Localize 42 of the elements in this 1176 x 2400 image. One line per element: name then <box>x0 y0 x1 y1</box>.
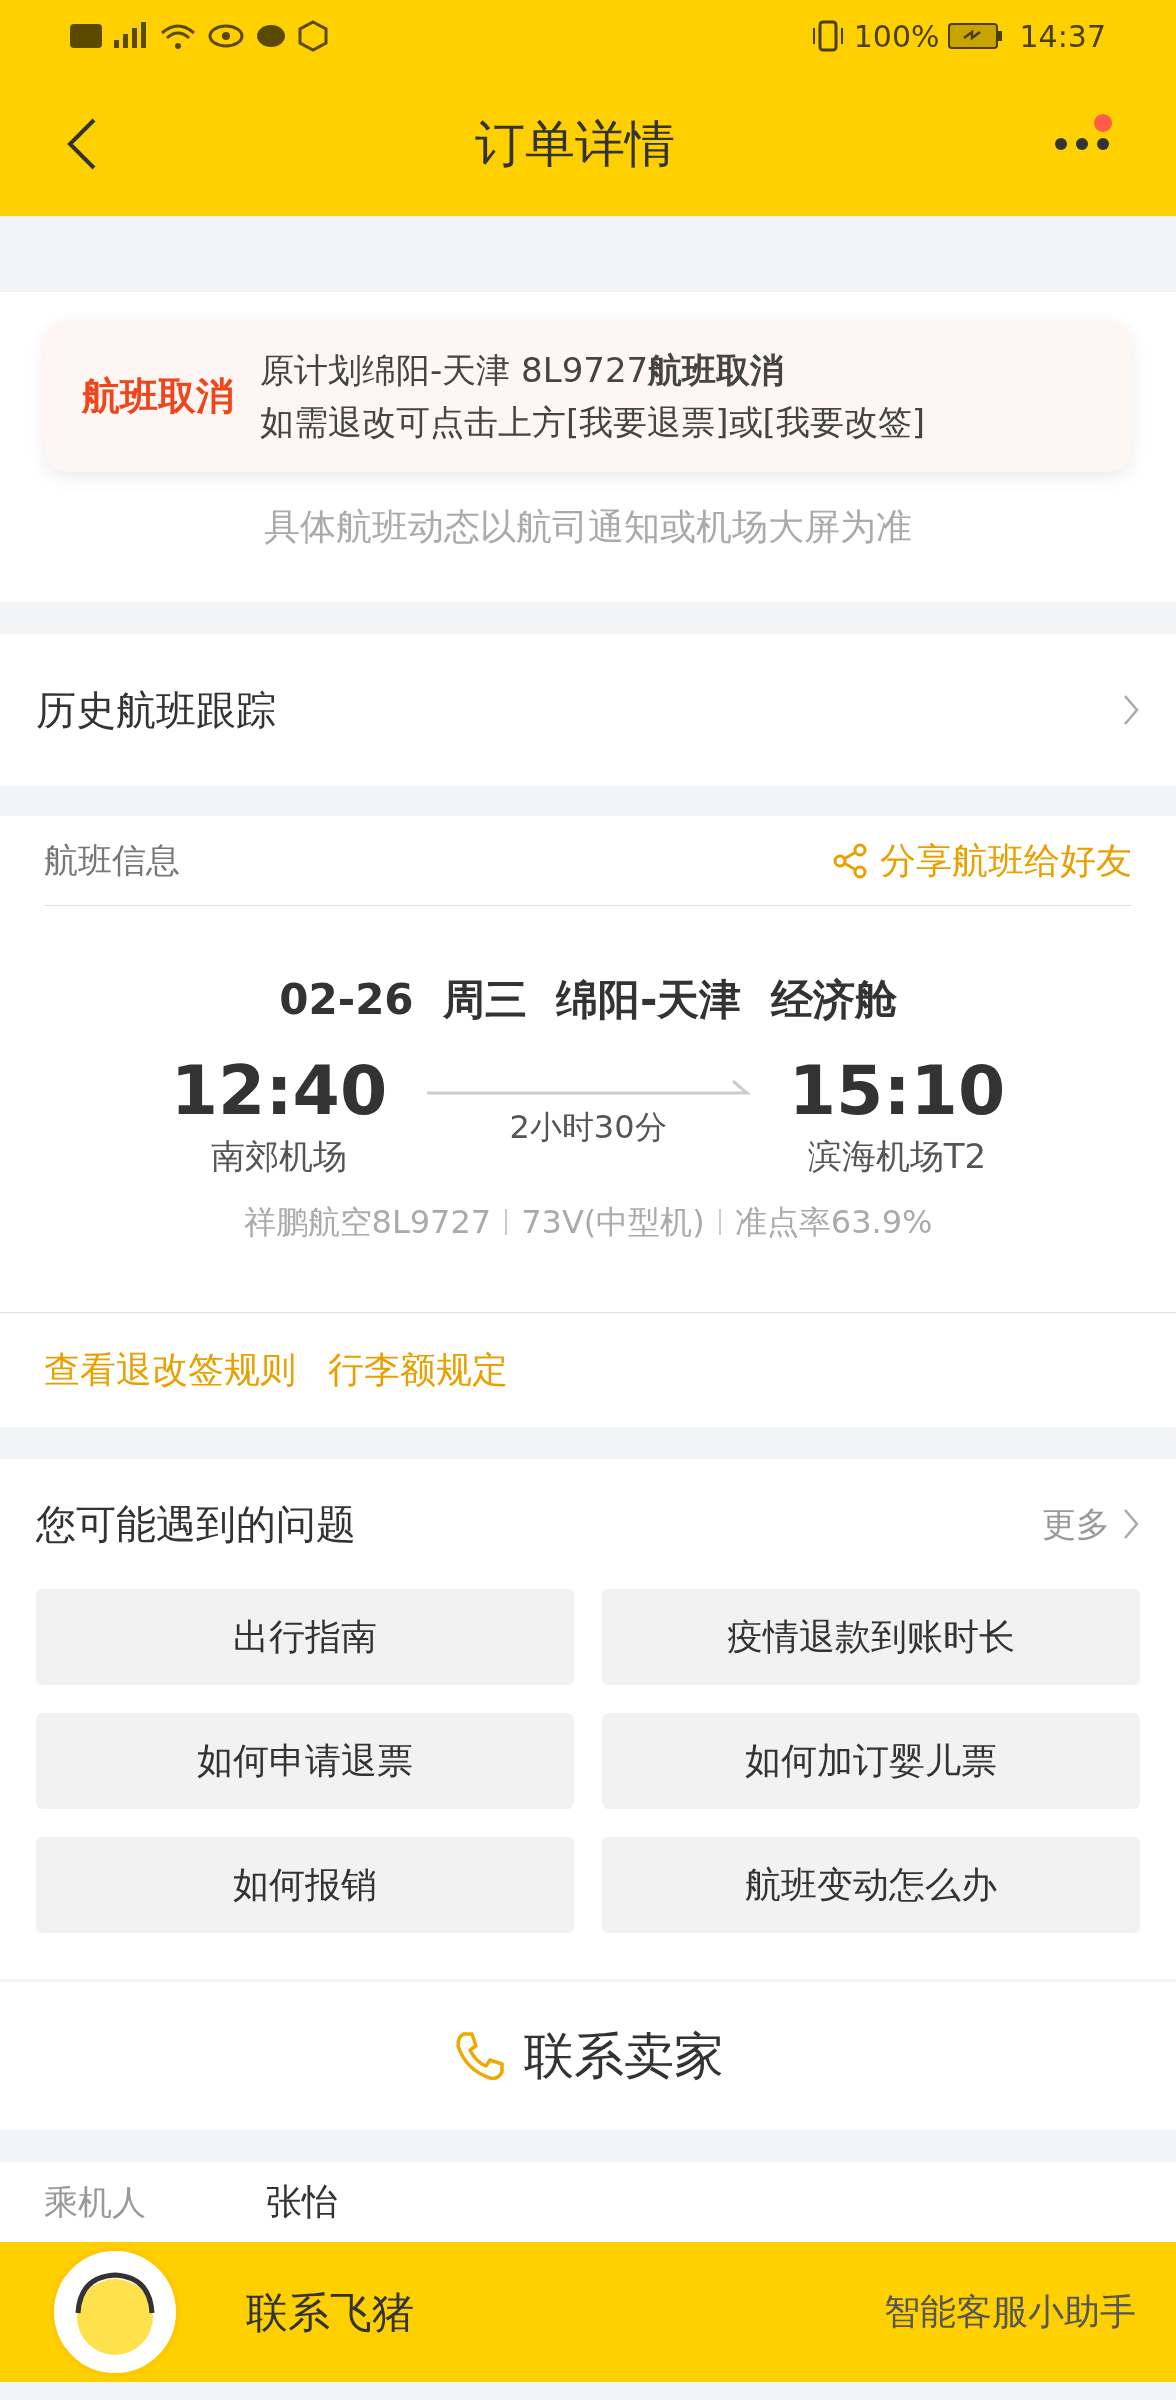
arrival-time: 15:10 <box>788 1051 1006 1131</box>
flight-summary: 02-26 周三 绵阳-天津 经济舱 <box>279 974 897 1026</box>
questions-title: 您可能遇到的问题 <box>36 1500 356 1549</box>
history-row[interactable]: 历史航班跟踪 <box>0 634 1176 786</box>
flight-detail: 73V(中型机) <box>521 1202 705 1243</box>
question-button[interactable]: 航班变动怎么办 <box>602 1837 1140 1933</box>
alert-text: 原计划绵阳-天津 8L9727航班取消 <box>260 349 786 392</box>
bottom-subtitle: 智能客服小助手 <box>884 2290 1136 2334</box>
question-button[interactable]: 如何报销 <box>36 1837 574 1933</box>
battery-percent: 100% <box>853 17 940 56</box>
passenger-name: 张怡 <box>266 2180 338 2224</box>
chevron-right-icon <box>1122 693 1140 727</box>
chat-bubble-icon <box>256 24 286 48</box>
cancel-label: 航班取消 <box>82 372 234 420</box>
share-icon <box>832 842 868 879</box>
bottom-title: 联系飞猪 <box>246 2286 414 2339</box>
question-button[interactable]: 出行指南 <box>36 1589 574 1685</box>
arrival-airport: 滨海机场T2 <box>807 1135 987 1178</box>
bottom-bar[interactable]: 联系飞猪 智能客服小助手 <box>0 2242 1176 2382</box>
history-label: 历史航班跟踪 <box>36 686 276 735</box>
battery-icon <box>947 22 1004 50</box>
dots-icon <box>1054 137 1110 151</box>
flight-detail: 准点率63.9% <box>734 1202 933 1243</box>
wifi-icon <box>160 21 196 51</box>
section-title: 航班信息 <box>44 839 180 882</box>
clock: 14:37 <box>1019 17 1106 56</box>
flight-duration: 2小时30分 <box>509 1107 667 1148</box>
page-title: 订单详情 <box>475 113 675 175</box>
departure-time: 12:40 <box>170 1051 388 1131</box>
contact-seller-button[interactable]: 联系卖家 <box>0 1982 1176 2130</box>
alert-text: 如需退改可点击上方[我要退票]或[我要改签] <box>260 401 926 444</box>
eye-icon <box>208 24 244 48</box>
chevron-icon <box>1122 1507 1140 1541</box>
flight-detail: 祥鹏航空8L9727 <box>243 1202 492 1243</box>
question-button[interactable]: 如何申请退票 <box>36 1713 574 1809</box>
notice-text: 具体航班动态以航司通知或机场大屏为准 <box>264 505 912 549</box>
signal-icon <box>114 22 148 50</box>
question-button[interactable]: 如何加订婴儿票 <box>602 1713 1140 1809</box>
question-button[interactable]: 疫情退款到账时长 <box>602 1589 1140 1685</box>
departure-airport: 南郊机场 <box>211 1135 347 1178</box>
passenger-label: 乘机人 <box>44 2180 146 2224</box>
hexagon-icon <box>298 20 328 52</box>
